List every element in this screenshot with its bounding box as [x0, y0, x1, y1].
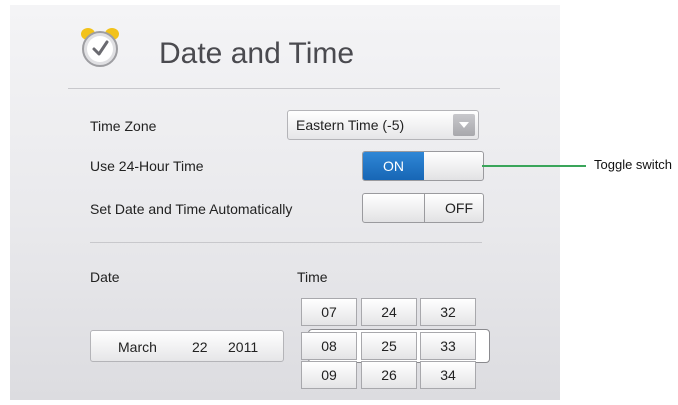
callout-label: Toggle switch [594, 157, 673, 172]
date-picker[interactable]: March 22 2011 [90, 330, 284, 362]
minute-option[interactable]: 24 [361, 298, 417, 326]
alarm-clock-icon [78, 25, 122, 69]
use-24-hour-label: Use 24-Hour Time [90, 158, 204, 174]
minute-selected[interactable]: 25 [361, 332, 417, 360]
hour-option[interactable]: 07 [301, 298, 357, 326]
date-month: March [118, 339, 157, 355]
settings-panel: Date and Time Time Zone Eastern Time (-5… [10, 5, 560, 400]
second-option[interactable]: 34 [420, 361, 476, 389]
date-label: Date [90, 269, 120, 285]
toggle-off-label: OFF [445, 200, 473, 216]
page-title: Date and Time [159, 37, 355, 70]
hour-option[interactable]: 09 [301, 361, 357, 389]
chevron-down-icon[interactable] [453, 114, 475, 136]
time-label: Time [297, 269, 328, 285]
second-option[interactable]: 32 [420, 298, 476, 326]
time-zone-label: Time Zone [90, 118, 157, 134]
minute-option[interactable]: 26 [361, 361, 417, 389]
hour-selected[interactable]: 08 [301, 332, 357, 360]
toggle-on-label: ON [363, 152, 424, 180]
title-divider [68, 88, 500, 89]
time-zone-dropdown[interactable]: Eastern Time (-5) [287, 110, 479, 140]
callout-line [482, 165, 586, 167]
auto-set-toggle[interactable]: OFF [362, 193, 484, 223]
section-divider [90, 242, 482, 243]
toggle-divider [424, 194, 425, 222]
time-zone-value: Eastern Time (-5) [296, 117, 405, 133]
auto-set-label: Set Date and Time Automatically [90, 201, 293, 217]
date-day: 22 [192, 339, 208, 355]
use-24-hour-toggle[interactable]: ON [362, 151, 484, 181]
second-selected[interactable]: 33 [420, 332, 476, 360]
date-year: 2011 [228, 339, 259, 355]
